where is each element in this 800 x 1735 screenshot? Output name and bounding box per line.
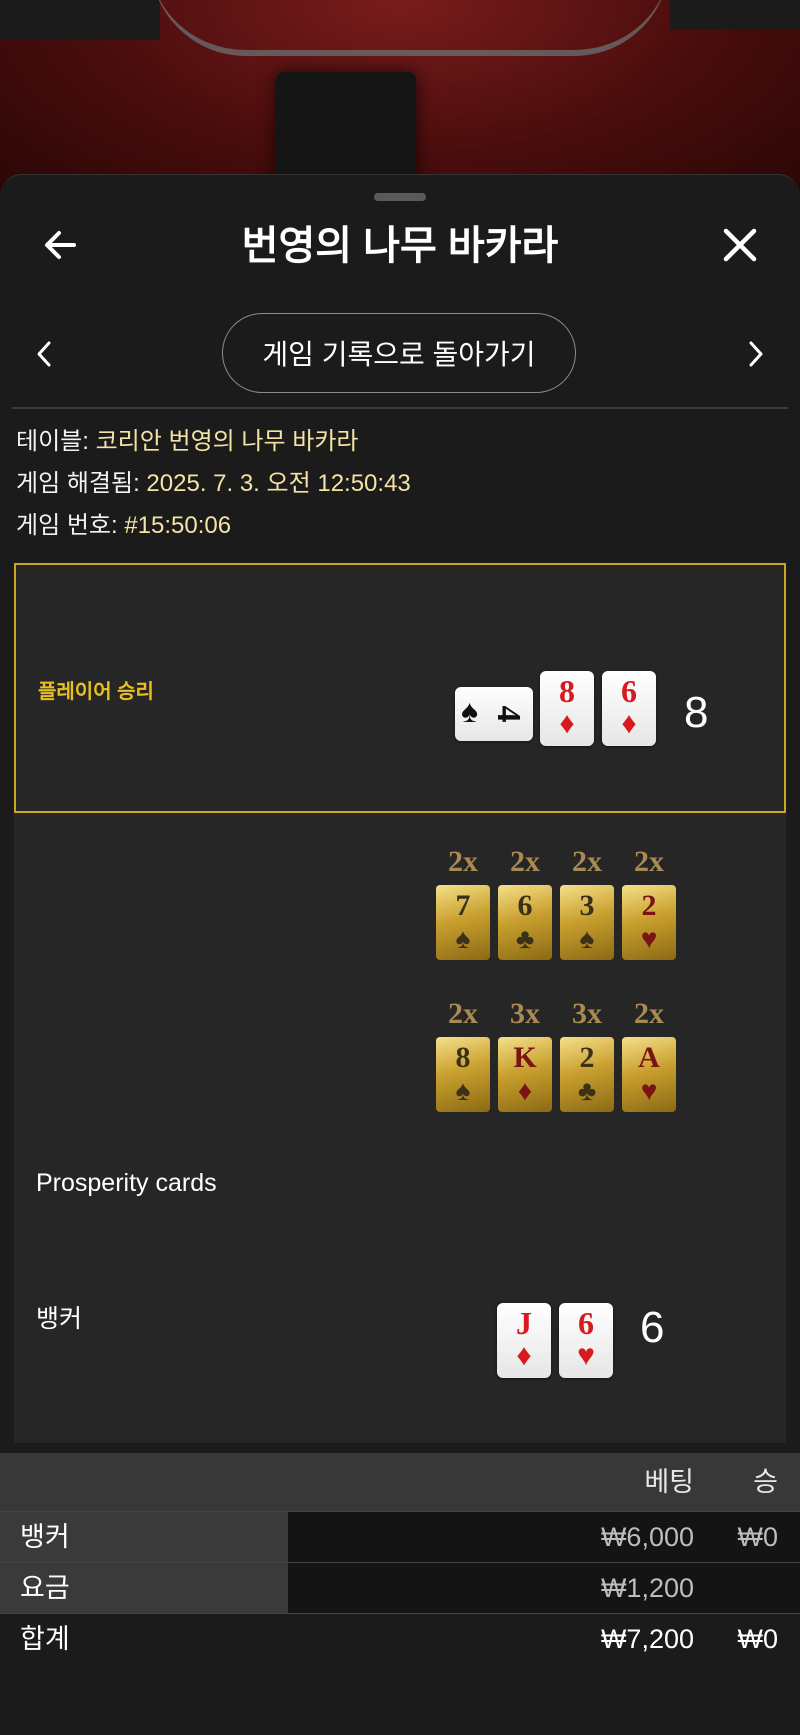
close-icon[interactable]	[720, 225, 760, 265]
prosperity-card: 2 ♣	[560, 1037, 614, 1112]
player-card-3: 6 ♦	[602, 671, 656, 746]
player-win-label: 플레이어 승리	[38, 681, 154, 703]
multiplier: 3x	[510, 997, 540, 1030]
multiplier: 2x	[572, 845, 602, 878]
table-background	[0, 0, 800, 200]
page-title: 번영의 나무 바카라	[241, 224, 559, 268]
info-game-number: 게임 번호: #15:50:06	[16, 509, 231, 543]
chevron-left-icon[interactable]	[32, 339, 58, 369]
prosperity-card: A ♥	[622, 1037, 676, 1112]
prosperity-card: 2 ♥	[622, 885, 676, 960]
banker-card-2: 6 ♥	[559, 1303, 613, 1378]
info-table-label: 테이블:	[16, 428, 89, 455]
chevron-right-icon[interactable]	[742, 339, 768, 369]
divider	[12, 407, 788, 409]
prosperity-card: 6 ♣	[498, 885, 552, 960]
info-game-number-label: 게임 번호:	[16, 512, 118, 539]
col-win-header: 승	[753, 1467, 778, 1497]
total-bet: ₩7,200	[600, 1624, 694, 1654]
bet-amount: ₩6,000	[600, 1522, 694, 1552]
card-rank: J	[516, 1305, 532, 1341]
card-rank: 2	[641, 889, 657, 922]
banker-label: 뱅커	[36, 1305, 83, 1333]
bet-name: 뱅커	[0, 1512, 288, 1562]
scene-shadow	[0, 0, 160, 40]
heart-icon: ♥	[640, 1075, 658, 1106]
info-resolved-label: 게임 해결됨:	[16, 470, 140, 497]
table-rail	[150, 0, 670, 56]
info-resolved: 게임 해결됨: 2025. 7. 3. 오전 12:50:43	[16, 467, 411, 501]
total-win: ₩0	[737, 1624, 779, 1654]
banker-card-1: J ♦	[497, 1303, 551, 1378]
spade-icon: ♠	[461, 693, 478, 729]
info-resolved-value: 2025. 7. 3. 오전 12:50:43	[146, 470, 411, 497]
card-rank: A	[638, 1041, 660, 1074]
prosperity-card: 3 ♠	[560, 885, 614, 960]
scene-shadow	[670, 0, 800, 30]
club-icon: ♣	[515, 923, 535, 954]
table-row: 요금 ₩1,200	[0, 1563, 800, 1614]
diamond-icon: ♦	[621, 707, 637, 740]
bets-table: 베팅 승 뱅커 ₩6,000 ₩0 요금 ₩1,200 합계 ₩7,200 ₩0	[0, 1453, 800, 1664]
game-detail-sheet: 번영의 나무 바카라 게임 기록으로 돌아가기 테이블: 코리안 번영의 나무 …	[0, 174, 800, 1735]
card-rank: 3	[579, 889, 595, 922]
player-card-1: 4 ♠	[455, 687, 533, 741]
table-row: 뱅커 ₩6,000 ₩0	[0, 1512, 800, 1563]
multiplier: 2x	[634, 997, 664, 1030]
multiplier: 2x	[634, 845, 664, 878]
info-game-number-value: #15:50:06	[124, 512, 232, 539]
card-rank: 6	[517, 889, 533, 922]
card-rank: 8	[559, 673, 575, 709]
diamond-icon: ♦	[559, 707, 575, 740]
card-rank: K	[513, 1041, 537, 1074]
card-rank: 8	[455, 1041, 471, 1074]
card-rank: 6	[578, 1305, 594, 1341]
diamond-icon: ♦	[517, 1075, 533, 1106]
prosperity-card: K ♦	[498, 1037, 552, 1112]
heart-icon: ♥	[640, 923, 658, 954]
back-to-history-button[interactable]: 게임 기록으로 돌아가기	[222, 313, 576, 393]
heart-icon: ♥	[577, 1339, 595, 1372]
card-rank: 4	[490, 705, 527, 723]
info-table-value: 코리안 번영의 나무 바카라	[95, 428, 359, 455]
total-label: 합계	[20, 1624, 70, 1654]
spade-icon: ♠	[455, 923, 471, 954]
prosperity-card: 8 ♠	[436, 1037, 490, 1112]
prosperity-label: Prosperity cards	[36, 1169, 217, 1197]
prosperity-and-banker: Prosperity cards 2x 2x 2x 2x 7 ♠ 6 ♣ 3 ♠…	[14, 813, 786, 1443]
bet-amount: ₩1,200	[600, 1573, 694, 1603]
prosperity-card: 7 ♠	[436, 885, 490, 960]
total-row: 합계 ₩7,200 ₩0	[0, 1614, 800, 1664]
card-rank: 6	[621, 673, 637, 709]
bets-table-header: 베팅 승	[0, 1453, 800, 1512]
player-result: 플레이어 승리 4 ♠ 8 ♦ 6 ♦ 8	[14, 563, 786, 813]
card-rank: 7	[455, 889, 471, 922]
player-card-2: 8 ♦	[540, 671, 594, 746]
banker-score: 6	[640, 1303, 665, 1352]
bet-name: 요금	[0, 1563, 288, 1613]
multiplier: 2x	[448, 845, 478, 878]
spade-icon: ♠	[455, 1075, 471, 1106]
card-rank: 2	[579, 1041, 595, 1074]
diamond-icon: ♦	[516, 1339, 532, 1372]
spade-icon: ♠	[579, 923, 595, 954]
player-score: 8	[684, 688, 709, 737]
win-amount: ₩0	[737, 1522, 779, 1552]
info-table: 테이블: 코리안 번영의 나무 바카라	[16, 425, 358, 459]
multiplier: 2x	[510, 845, 540, 878]
club-icon: ♣	[577, 1075, 597, 1106]
multiplier: 3x	[572, 997, 602, 1030]
sheet-grabber[interactable]	[374, 193, 426, 201]
multiplier: 2x	[448, 997, 478, 1030]
col-bet-header: 베팅	[644, 1467, 694, 1497]
